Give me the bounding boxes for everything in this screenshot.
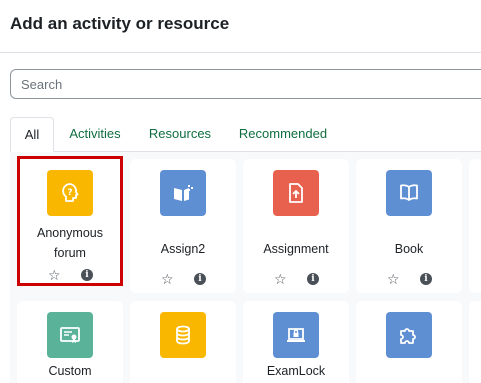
puzzle-icon: [386, 312, 432, 358]
tab-recommended[interactable]: Recommended: [234, 117, 332, 151]
laptop-lock-icon: [273, 312, 319, 358]
modules-panel: ? Anonymous forum ☆ i Assign2 ☆ i Assign…: [10, 152, 481, 383]
module-label: Assign2: [160, 242, 206, 256]
module-card-custom[interactable]: Custom: [17, 301, 123, 383]
header-divider: [0, 52, 481, 53]
star-icon[interactable]: ☆: [161, 272, 174, 286]
star-icon[interactable]: ☆: [274, 272, 287, 286]
forum-question-icon: ?: [47, 170, 93, 216]
module-card-partial[interactable]: [469, 159, 481, 293]
module-label-line2: forum: [54, 246, 86, 260]
module-card-assignment[interactable]: Assignment ☆ i: [243, 159, 349, 293]
module-card-database[interactable]: [130, 301, 236, 383]
module-label: Custom: [48, 364, 92, 378]
database-icon: [160, 312, 206, 358]
module-card-examlock[interactable]: ExamLock: [243, 301, 349, 383]
info-icon[interactable]: i: [307, 273, 319, 285]
module-card-book[interactable]: Book ☆ i: [356, 159, 462, 293]
tab-resources[interactable]: Resources: [142, 117, 218, 151]
tab-bar: All Activities Resources Recommended: [10, 117, 481, 152]
certificate-icon: [47, 312, 93, 358]
svg-text:?: ?: [67, 188, 72, 198]
search-input[interactable]: [10, 69, 481, 99]
assign2-icon: [160, 170, 206, 216]
star-icon[interactable]: ☆: [48, 268, 61, 282]
dialog-title: Add an activity or resource: [10, 14, 230, 33]
info-icon[interactable]: i: [194, 273, 206, 285]
module-label: Assignment: [263, 242, 329, 256]
star-icon[interactable]: ☆: [387, 272, 400, 286]
module-card-assign2[interactable]: Assign2 ☆ i: [130, 159, 236, 293]
tab-all[interactable]: All: [10, 117, 54, 152]
module-label: Book: [394, 242, 424, 256]
tab-activities[interactable]: Activities: [62, 117, 128, 151]
info-icon[interactable]: i: [81, 269, 93, 281]
module-label: ExamLock: [266, 364, 326, 378]
module-card-anonymous-forum[interactable]: ? Anonymous forum ☆ i: [17, 156, 123, 286]
module-card-partial[interactable]: [469, 301, 481, 383]
module-card-plugin[interactable]: [356, 301, 462, 383]
book-icon: [386, 170, 432, 216]
info-icon[interactable]: i: [420, 273, 432, 285]
module-label-line1: Anonymous: [36, 226, 103, 240]
assignment-upload-icon: [273, 170, 319, 216]
